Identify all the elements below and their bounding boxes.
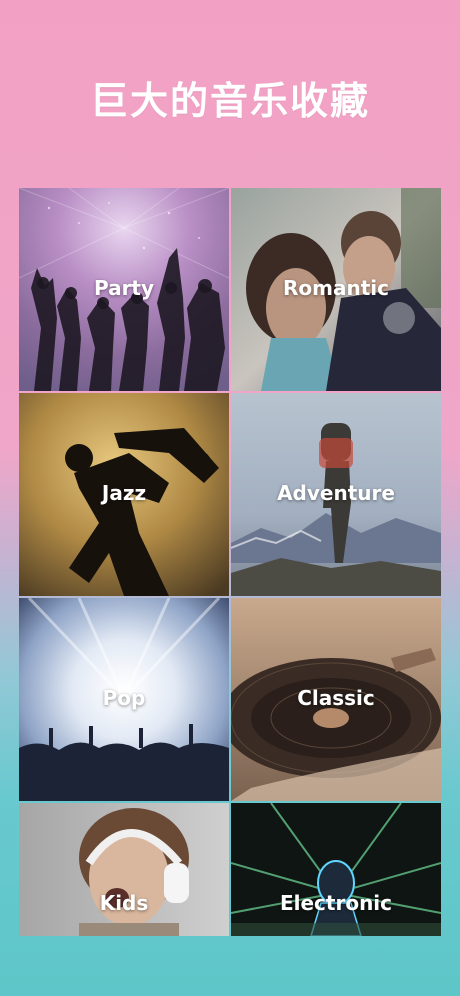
category-tile-electronic[interactable]: Electronic	[231, 803, 441, 936]
classic-image	[231, 598, 441, 801]
category-tile-jazz[interactable]: Jazz	[19, 393, 229, 596]
kids-image	[19, 803, 229, 936]
category-tile-adventure[interactable]: Adventure	[231, 393, 441, 596]
category-grid: Party Romantic Jazz Adventure Pop Classi…	[19, 188, 441, 939]
pop-image	[19, 598, 229, 801]
category-tile-party[interactable]: Party	[19, 188, 229, 391]
electronic-image	[231, 803, 441, 936]
adventure-image	[231, 393, 441, 596]
page-title: 巨大的音乐收藏	[89, 79, 370, 123]
category-tile-pop[interactable]: Pop	[19, 598, 229, 801]
category-tile-romantic[interactable]: Romantic	[231, 188, 441, 391]
jazz-image	[19, 393, 229, 596]
category-tile-kids[interactable]: Kids	[19, 803, 229, 936]
romantic-image	[231, 188, 441, 391]
category-tile-classic[interactable]: Classic	[231, 598, 441, 801]
party-image	[19, 188, 229, 391]
